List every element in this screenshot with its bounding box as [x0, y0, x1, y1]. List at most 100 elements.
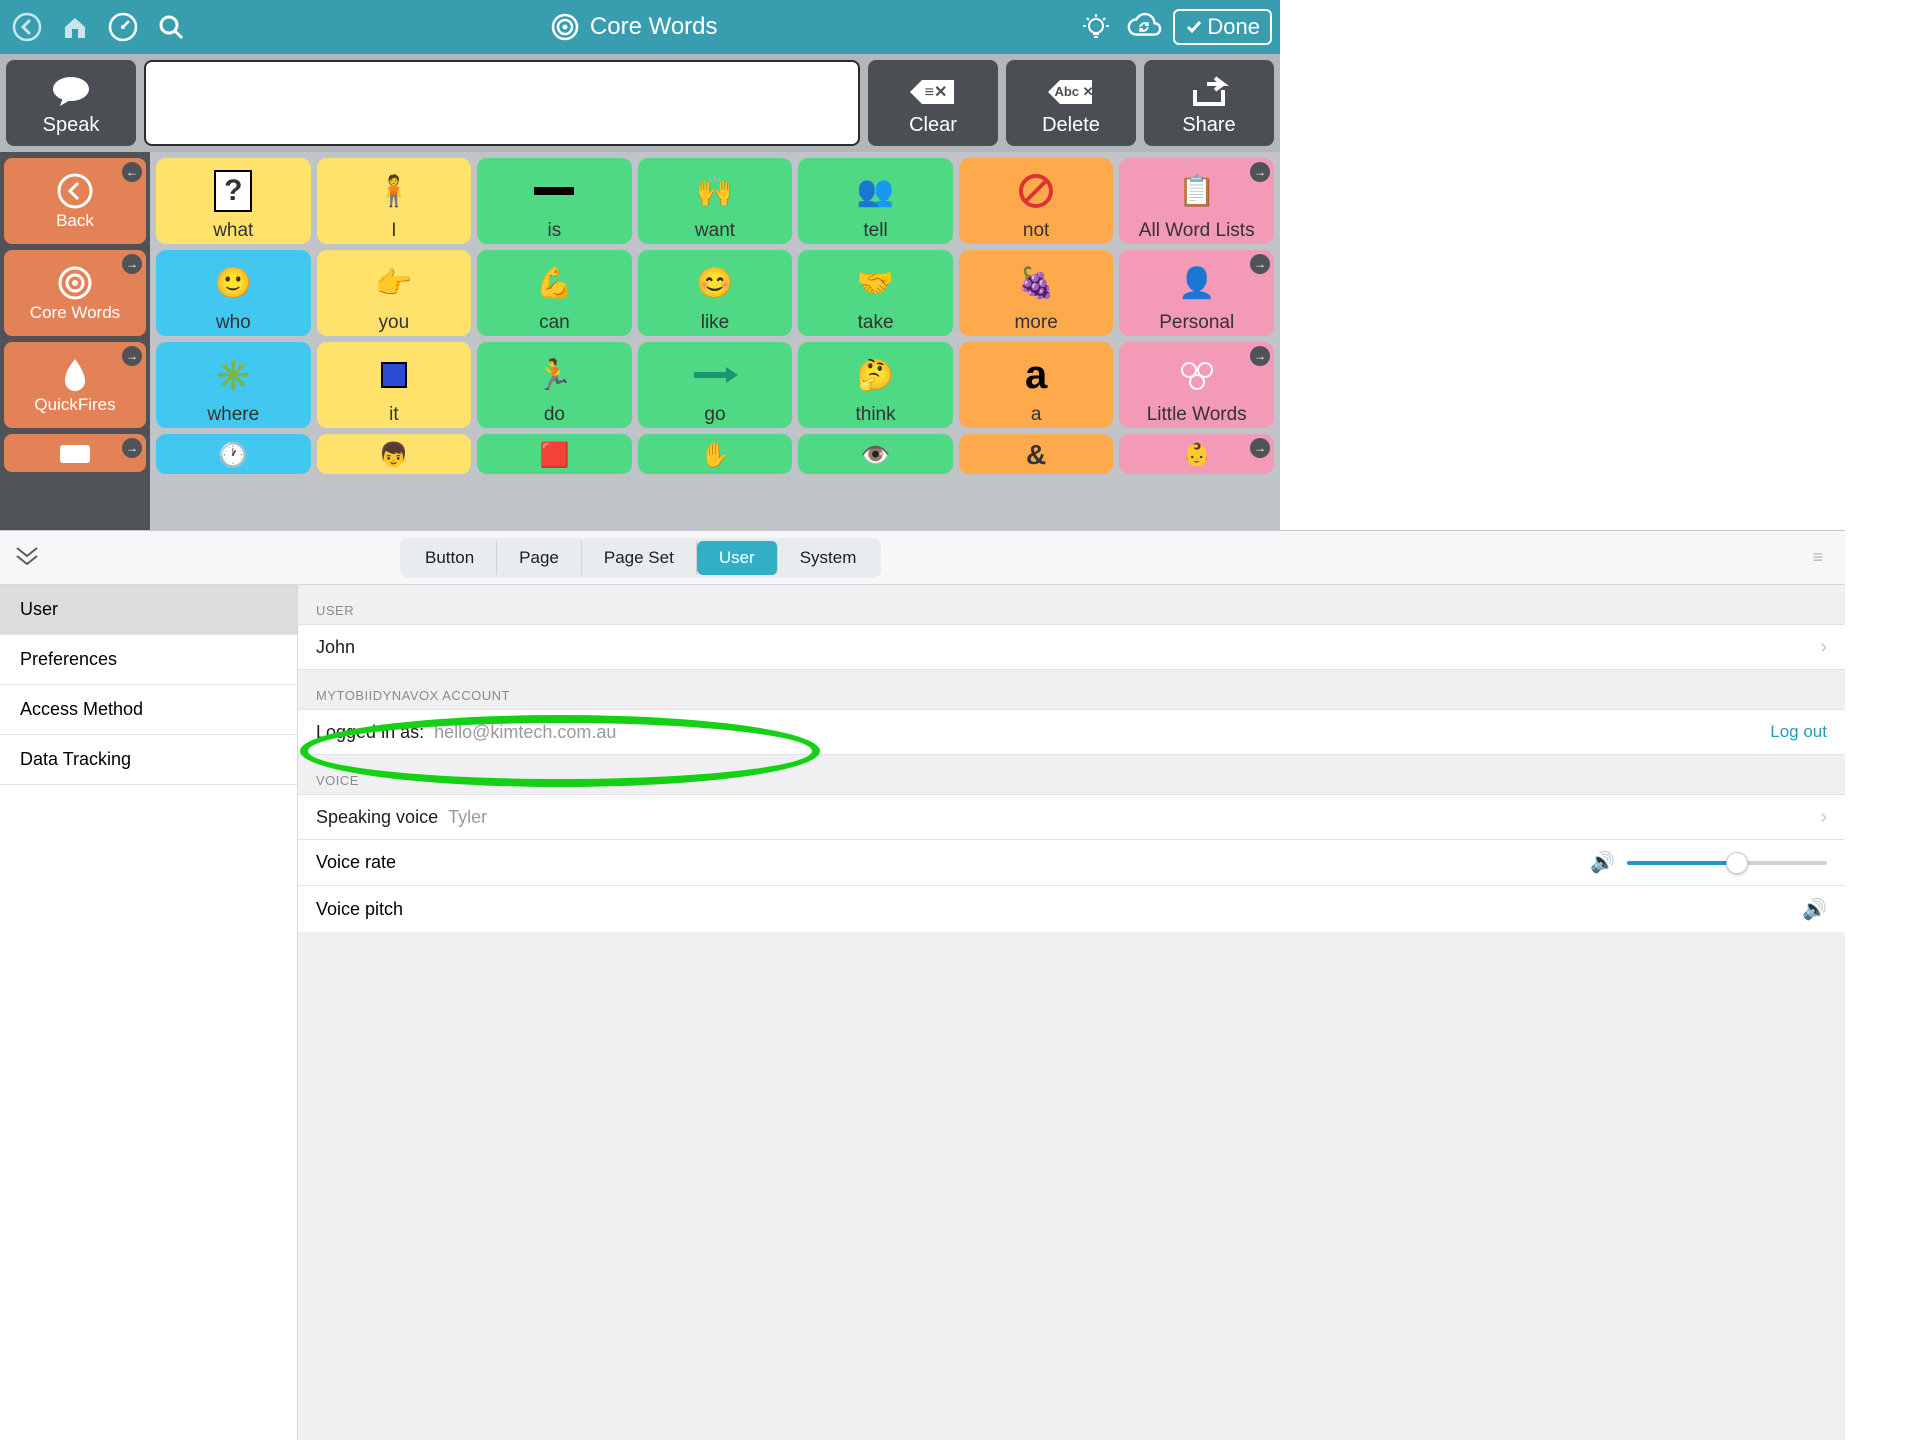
word-i[interactable]: 🧍I [317, 158, 472, 244]
delete-button[interactable]: Abc ✕ Delete [1006, 60, 1136, 146]
section-header-voice: VOICE [298, 755, 1845, 794]
voice-rate-row[interactable]: Voice rate 🔊 [298, 840, 1845, 886]
chevron-right-icon: → [1250, 162, 1270, 182]
clear-icon: ≡✕ [904, 74, 962, 110]
volume-icon: 🔊 [1590, 850, 1615, 875]
clear-button[interactable]: ≡✕ Clear [868, 60, 998, 146]
settings-tab-row: Button Page Page Set User System ≡ [0, 531, 1845, 585]
speak-button[interactable]: Speak [6, 60, 136, 146]
nav-column: ← Back → Core Words → QuickFires → [0, 152, 150, 530]
page-title: Core Words [190, 12, 1077, 42]
sidebar-item-user[interactable]: User [0, 585, 297, 635]
word-little-words[interactable]: →Little Words [1119, 342, 1274, 428]
home-icon[interactable] [56, 8, 94, 46]
nav-core-words[interactable]: → Core Words [4, 250, 146, 336]
word-you[interactable]: 👉you [317, 250, 472, 336]
chevron-right-icon: → [1250, 346, 1270, 366]
word-all-lists[interactable]: →📋All Word Lists [1119, 158, 1274, 244]
sidebar-item-preferences[interactable]: Preferences [0, 635, 297, 685]
drag-handle-icon[interactable]: ≡ [1812, 547, 1825, 568]
word-go[interactable]: go [638, 342, 793, 428]
chevron-right-icon: › [1820, 636, 1827, 659]
chevron-right-icon: › [1820, 806, 1827, 829]
right-gutter [1845, 54, 1920, 1440]
word-take[interactable]: 🤝take [798, 250, 953, 336]
speech-bubble-icon [48, 74, 94, 110]
word-tell[interactable]: 👥tell [798, 158, 953, 244]
nav-keyboard[interactable]: → [4, 434, 146, 472]
tab-user[interactable]: User [697, 541, 778, 575]
section-header-user: USER [298, 585, 1845, 624]
share-icon [1187, 74, 1231, 110]
chevron-right-icon: → [122, 438, 142, 458]
aac-board: ← Back → Core Words → QuickFires → ?what… [0, 152, 1280, 530]
done-button[interactable]: Done [1173, 9, 1272, 45]
sidebar-item-access-method[interactable]: Access Method [0, 685, 297, 735]
word-where[interactable]: ✳️where [156, 342, 311, 428]
word-more[interactable]: 🍇more [959, 250, 1114, 336]
chevron-right-icon: → [1250, 254, 1270, 274]
settings-panel: Button Page Page Set User System ≡ User … [0, 530, 1845, 1440]
word-is[interactable]: is [477, 158, 632, 244]
word-partial-5[interactable]: 👁️ [798, 434, 953, 474]
word-want[interactable]: 🙌want [638, 158, 793, 244]
voice-pitch-row[interactable]: Voice pitch 🔊 [298, 886, 1845, 932]
logged-in-row: Logged in as: hello@kimtech.com.au Log o… [298, 709, 1845, 755]
word-partial-3[interactable]: 🟥 [477, 434, 632, 474]
keyboard-icon [56, 441, 94, 465]
word-partial-2[interactable]: 👦 [317, 434, 472, 474]
search-icon[interactable] [152, 8, 190, 46]
chevron-right-icon: → [122, 254, 142, 274]
word-who[interactable]: 🙂who [156, 250, 311, 336]
chevron-left-icon: ← [122, 162, 142, 182]
word-do[interactable]: 🏃do [477, 342, 632, 428]
speech-display[interactable] [144, 60, 860, 146]
delete-icon: Abc ✕ [1042, 74, 1100, 110]
dashboard-icon[interactable] [104, 8, 142, 46]
back-arrow-icon[interactable] [8, 8, 46, 46]
word-partial-4[interactable]: ✋ [638, 434, 793, 474]
chevron-right-icon: → [122, 346, 142, 366]
settings-sidebar: User Preferences Access Method Data Trac… [0, 585, 298, 1440]
nav-quickfires[interactable]: → QuickFires [4, 342, 146, 428]
speech-toolbar: Speak ≡✕ Clear Abc ✕ Delete Share [0, 54, 1280, 152]
word-think[interactable]: 🤔think [798, 342, 953, 428]
tab-button[interactable]: Button [403, 541, 497, 575]
word-what[interactable]: ?what [156, 158, 311, 244]
back-arrow-icon [55, 171, 95, 211]
tab-system[interactable]: System [778, 541, 879, 575]
word-not[interactable]: not [959, 158, 1114, 244]
target-icon [55, 263, 95, 303]
user-name-row[interactable]: John › [298, 624, 1845, 670]
lightbulb-icon[interactable] [1077, 8, 1115, 46]
word-and-partial[interactable]: & [959, 434, 1114, 474]
target-icon [550, 12, 580, 42]
word-like[interactable]: 😊like [638, 250, 793, 336]
word-when-partial[interactable]: 🕐 [156, 434, 311, 474]
section-header-account: MYTOBIIDYNAVOX ACCOUNT [298, 670, 1845, 709]
volume-icon: 🔊 [1802, 897, 1827, 922]
voice-rate-slider[interactable] [1627, 861, 1827, 865]
settings-detail: USER John › MYTOBIIDYNAVOX ACCOUNT Logge… [298, 585, 1845, 1440]
word-can[interactable]: 💪can [477, 250, 632, 336]
word-it[interactable]: it [317, 342, 472, 428]
word-a[interactable]: aa [959, 342, 1114, 428]
nav-back[interactable]: ← Back [4, 158, 146, 244]
logged-in-label: Logged in as: [316, 722, 424, 743]
settings-tab-segment: Button Page Page Set User System [400, 538, 881, 578]
collapse-chevron-icon[interactable] [14, 545, 40, 571]
chevron-right-icon: → [1250, 438, 1270, 458]
log-out-link[interactable]: Log out [1770, 722, 1827, 742]
word-personal[interactable]: →👤Personal [1119, 250, 1274, 336]
word-partial-7[interactable]: →👶 [1119, 434, 1274, 474]
tab-page-set[interactable]: Page Set [582, 541, 697, 575]
word-grid: ?what 🧍I is 🙌want 👥tell not →📋All Word L… [150, 152, 1280, 530]
app-header: Core Words Done [0, 0, 1280, 54]
logged-in-email: hello@kimtech.com.au [434, 722, 616, 743]
speaking-voice-row[interactable]: Speaking voice Tyler › [298, 794, 1845, 840]
share-button[interactable]: Share [1144, 60, 1274, 146]
fire-icon [57, 355, 93, 395]
sidebar-item-data-tracking[interactable]: Data Tracking [0, 735, 297, 785]
cloud-sync-icon[interactable] [1125, 8, 1163, 46]
tab-page[interactable]: Page [497, 541, 582, 575]
